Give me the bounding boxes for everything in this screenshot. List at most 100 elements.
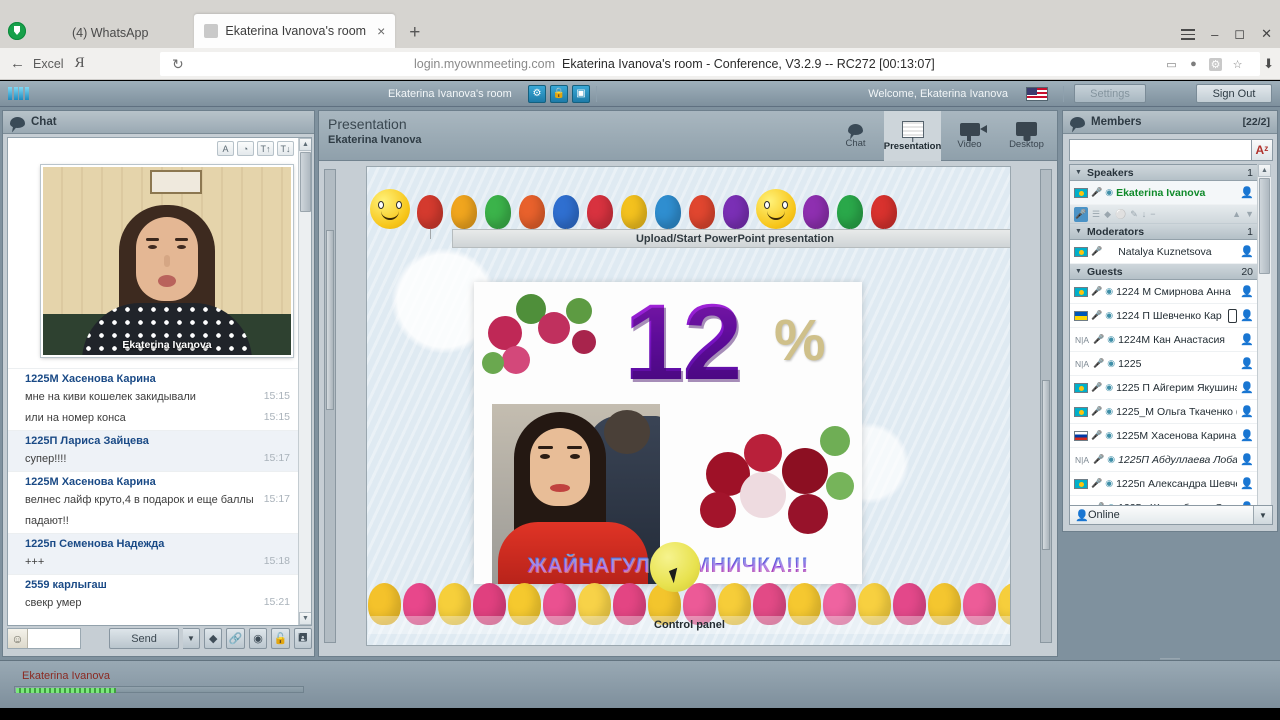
scroll-up-icon[interactable]: ▲ <box>1258 164 1271 177</box>
local-video-tile[interactable]: Ekaterina Ivanova <box>41 165 293 357</box>
members-scrollbar[interactable]: ▲ ▼ <box>1257 164 1271 524</box>
send-options-chevron-icon[interactable]: ▼ <box>182 628 201 649</box>
save-icon[interactable]: 🖪 <box>293 628 313 649</box>
scroll-up-icon[interactable]: ▲ <box>299 138 311 151</box>
chat-message-log[interactable]: 1225M Хасенова Карина мне на киви кошеле… <box>8 368 298 625</box>
member-row[interactable]: N|A 🎤 ◉ 1225П Абдуллаева Лобар 👤 <box>1070 448 1258 472</box>
members-list[interactable]: ▼ Speakers 1 🎤 ◉ Ekaterina Ivanova 👤 🎤 ☰… <box>1069 164 1259 524</box>
bookmark-excel[interactable]: Excel <box>33 57 64 71</box>
member-row[interactable]: 🎤 ◉ Ekaterina Ivanova 👤 <box>1070 181 1258 205</box>
flash-plugin-icon[interactable]: ⚙ <box>1209 57 1222 71</box>
tab-desktop[interactable]: Desktop <box>998 111 1055 161</box>
download-icon[interactable]: ↓ <box>1142 209 1147 219</box>
emoji-picker-icon[interactable]: ☺ <box>8 629 28 648</box>
link-icon[interactable]: 🔗 <box>226 628 245 649</box>
group-header-speakers[interactable]: ▼ Speakers 1 <box>1070 165 1258 181</box>
scroll-thumb[interactable] <box>300 152 311 212</box>
person-icon[interactable]: 👤 <box>1240 309 1254 322</box>
member-row[interactable]: 🎤 ◉ 1225М Хасенова Карина 👤 <box>1070 424 1258 448</box>
member-row[interactable]: 🎤 ◉ 1225_М Ольга Ткаченко (И 👤 <box>1070 400 1258 424</box>
tab-whatsapp[interactable]: (4) WhatsApp <box>62 18 158 48</box>
person-icon[interactable]: 👤 <box>1240 477 1254 490</box>
presentation-right-scrollbar[interactable] <box>1040 169 1052 643</box>
lock-icon[interactable]: 🔒 <box>550 84 568 103</box>
scroll-down-icon[interactable]: ▼ <box>299 612 311 625</box>
emoji-toggle-icon[interactable]: ◔ <box>237 141 254 156</box>
down-icon[interactable]: ▼ <box>1245 209 1254 219</box>
chat-input-wrapper[interactable]: ☺ <box>7 628 82 649</box>
member-row[interactable]: 🎤 ◉ 1224 М Смирнова Анна 👤 <box>1070 280 1258 304</box>
flag-message-icon[interactable]: ◆ <box>204 628 223 649</box>
font-increase-icon[interactable]: T↑ <box>257 141 274 156</box>
chevron-down-icon[interactable]: ▼ <box>1253 506 1272 524</box>
unlock-icon[interactable]: 🔓 <box>271 628 290 649</box>
group-header-moderators[interactable]: ▼ Moderators 1 <box>1070 224 1258 240</box>
pencil-icon[interactable]: ✎ <box>1130 209 1138 220</box>
tab-presentation[interactable]: Presentation <box>884 111 941 161</box>
new-tab-button[interactable]: + <box>409 22 420 44</box>
chat-message-time: 15:18 <box>263 554 290 567</box>
download-icon[interactable]: ⬇ <box>1263 56 1274 72</box>
person-icon[interactable]: 👤 <box>1240 245 1254 258</box>
minus-icon[interactable]: − <box>1150 209 1155 219</box>
person-icon[interactable]: 👤 <box>1240 186 1254 199</box>
person-icon[interactable]: 👤 <box>1240 453 1254 466</box>
person-icon[interactable]: 👤 <box>1240 333 1254 346</box>
person-icon[interactable]: 👤 <box>1240 405 1254 418</box>
presentation-left-scrollbar[interactable] <box>324 169 336 643</box>
person-icon[interactable]: 👤 <box>1240 285 1254 298</box>
no-flag-label: N|A <box>1074 358 1090 369</box>
mute-toggle-icon[interactable]: 🎤 <box>1074 206 1088 222</box>
settings-button[interactable]: Settings <box>1074 84 1146 103</box>
member-row[interactable]: 🎤 Natalya Kuznetsova 👤 <box>1070 240 1258 264</box>
list-icon[interactable]: ☰ <box>1092 209 1100 220</box>
font-decrease-icon[interactable]: T↓ <box>277 141 294 156</box>
address-bar[interactable]: ↻ login.myownmeeting.com Ekaterina Ivano… <box>160 52 1260 76</box>
tab-ekaterina-room[interactable]: Ekaterina Ivanova's room × <box>194 14 396 48</box>
tab-video[interactable]: Video <box>941 111 998 161</box>
member-row[interactable]: 🎤 ◉ 1225 П Айгерим Якушина 👤 <box>1070 376 1258 400</box>
scroll-thumb[interactable] <box>1042 380 1050 550</box>
person-icon[interactable]: 👤 <box>1240 357 1254 370</box>
close-icon[interactable]: × <box>377 23 385 39</box>
up-icon[interactable]: ▲ <box>1232 209 1241 219</box>
window-icon[interactable]: ▣ <box>572 84 590 103</box>
sort-alpha-icon[interactable]: Aᶻ <box>1252 139 1273 161</box>
reload-icon[interactable]: ↻ <box>172 56 184 73</box>
back-icon[interactable]: ← <box>10 55 25 72</box>
slide-stage[interactable]: Upload/Start PowerPoint presentation 12 … <box>366 166 1011 646</box>
tab-chat[interactable]: Chat <box>827 111 884 161</box>
minimize-icon[interactable]: – <box>1211 27 1218 42</box>
chat-message-group: 1225п Семенова Надежда +++ 15:18 <box>8 532 298 574</box>
send-button[interactable]: Send <box>109 628 179 649</box>
bookmark-yandex[interactable]: Я <box>75 55 85 72</box>
font-color-icon[interactable]: A <box>217 141 234 156</box>
camera-permission-icon[interactable]: ▭ <box>1165 58 1178 71</box>
group-header-guests[interactable]: ▼ Guests 20 <box>1070 264 1258 280</box>
member-row[interactable]: N|A 🎤 ◉ 1224М Кан Анастасия 👤 <box>1070 328 1258 352</box>
eye-icon[interactable]: ◉ <box>248 628 268 649</box>
mic-off-icon[interactable]: ⚪ <box>1115 209 1126 220</box>
upload-start-powerpoint-button[interactable]: Upload/Start PowerPoint presentation <box>452 229 1010 248</box>
members-search-input[interactable] <box>1069 139 1252 161</box>
maximize-icon[interactable]: ◻ <box>1234 26 1245 42</box>
microphone-permission-icon[interactable]: ● <box>1187 58 1200 71</box>
member-row[interactable]: 🎤 ◉ 1225п Александра Шевчен 👤 <box>1070 472 1258 496</box>
gear-icon[interactable]: ⚙ <box>528 84 546 103</box>
diamond-icon[interactable]: ◆ <box>1104 209 1111 220</box>
language-flag-icon[interactable] <box>1026 86 1048 101</box>
status-dropdown[interactable]: 👤 Online ▼ <box>1069 505 1273 525</box>
bookmark-star-icon[interactable]: ☆ <box>1231 58 1244 71</box>
member-row[interactable]: N|A 🎤 ◉ 1225 👤 <box>1070 352 1258 376</box>
member-row[interactable]: 🎤 ◉ 1224 П Шевченко Кар 👤 <box>1070 304 1258 328</box>
chat-message-row: или на номер конса 15:15 <box>8 409 298 430</box>
close-window-icon[interactable]: ✕ <box>1261 26 1272 42</box>
control-panel-label[interactable]: Control panel <box>368 616 1010 634</box>
sign-out-button[interactable]: Sign Out <box>1196 84 1272 103</box>
chat-scrollbar[interactable]: ▲ ▼ <box>298 138 311 625</box>
scroll-thumb[interactable] <box>1259 178 1270 274</box>
menu-icon[interactable] <box>1181 26 1196 43</box>
person-icon[interactable]: 👤 <box>1240 429 1254 442</box>
scroll-thumb[interactable] <box>326 230 334 410</box>
person-icon[interactable]: 👤 <box>1240 381 1254 394</box>
